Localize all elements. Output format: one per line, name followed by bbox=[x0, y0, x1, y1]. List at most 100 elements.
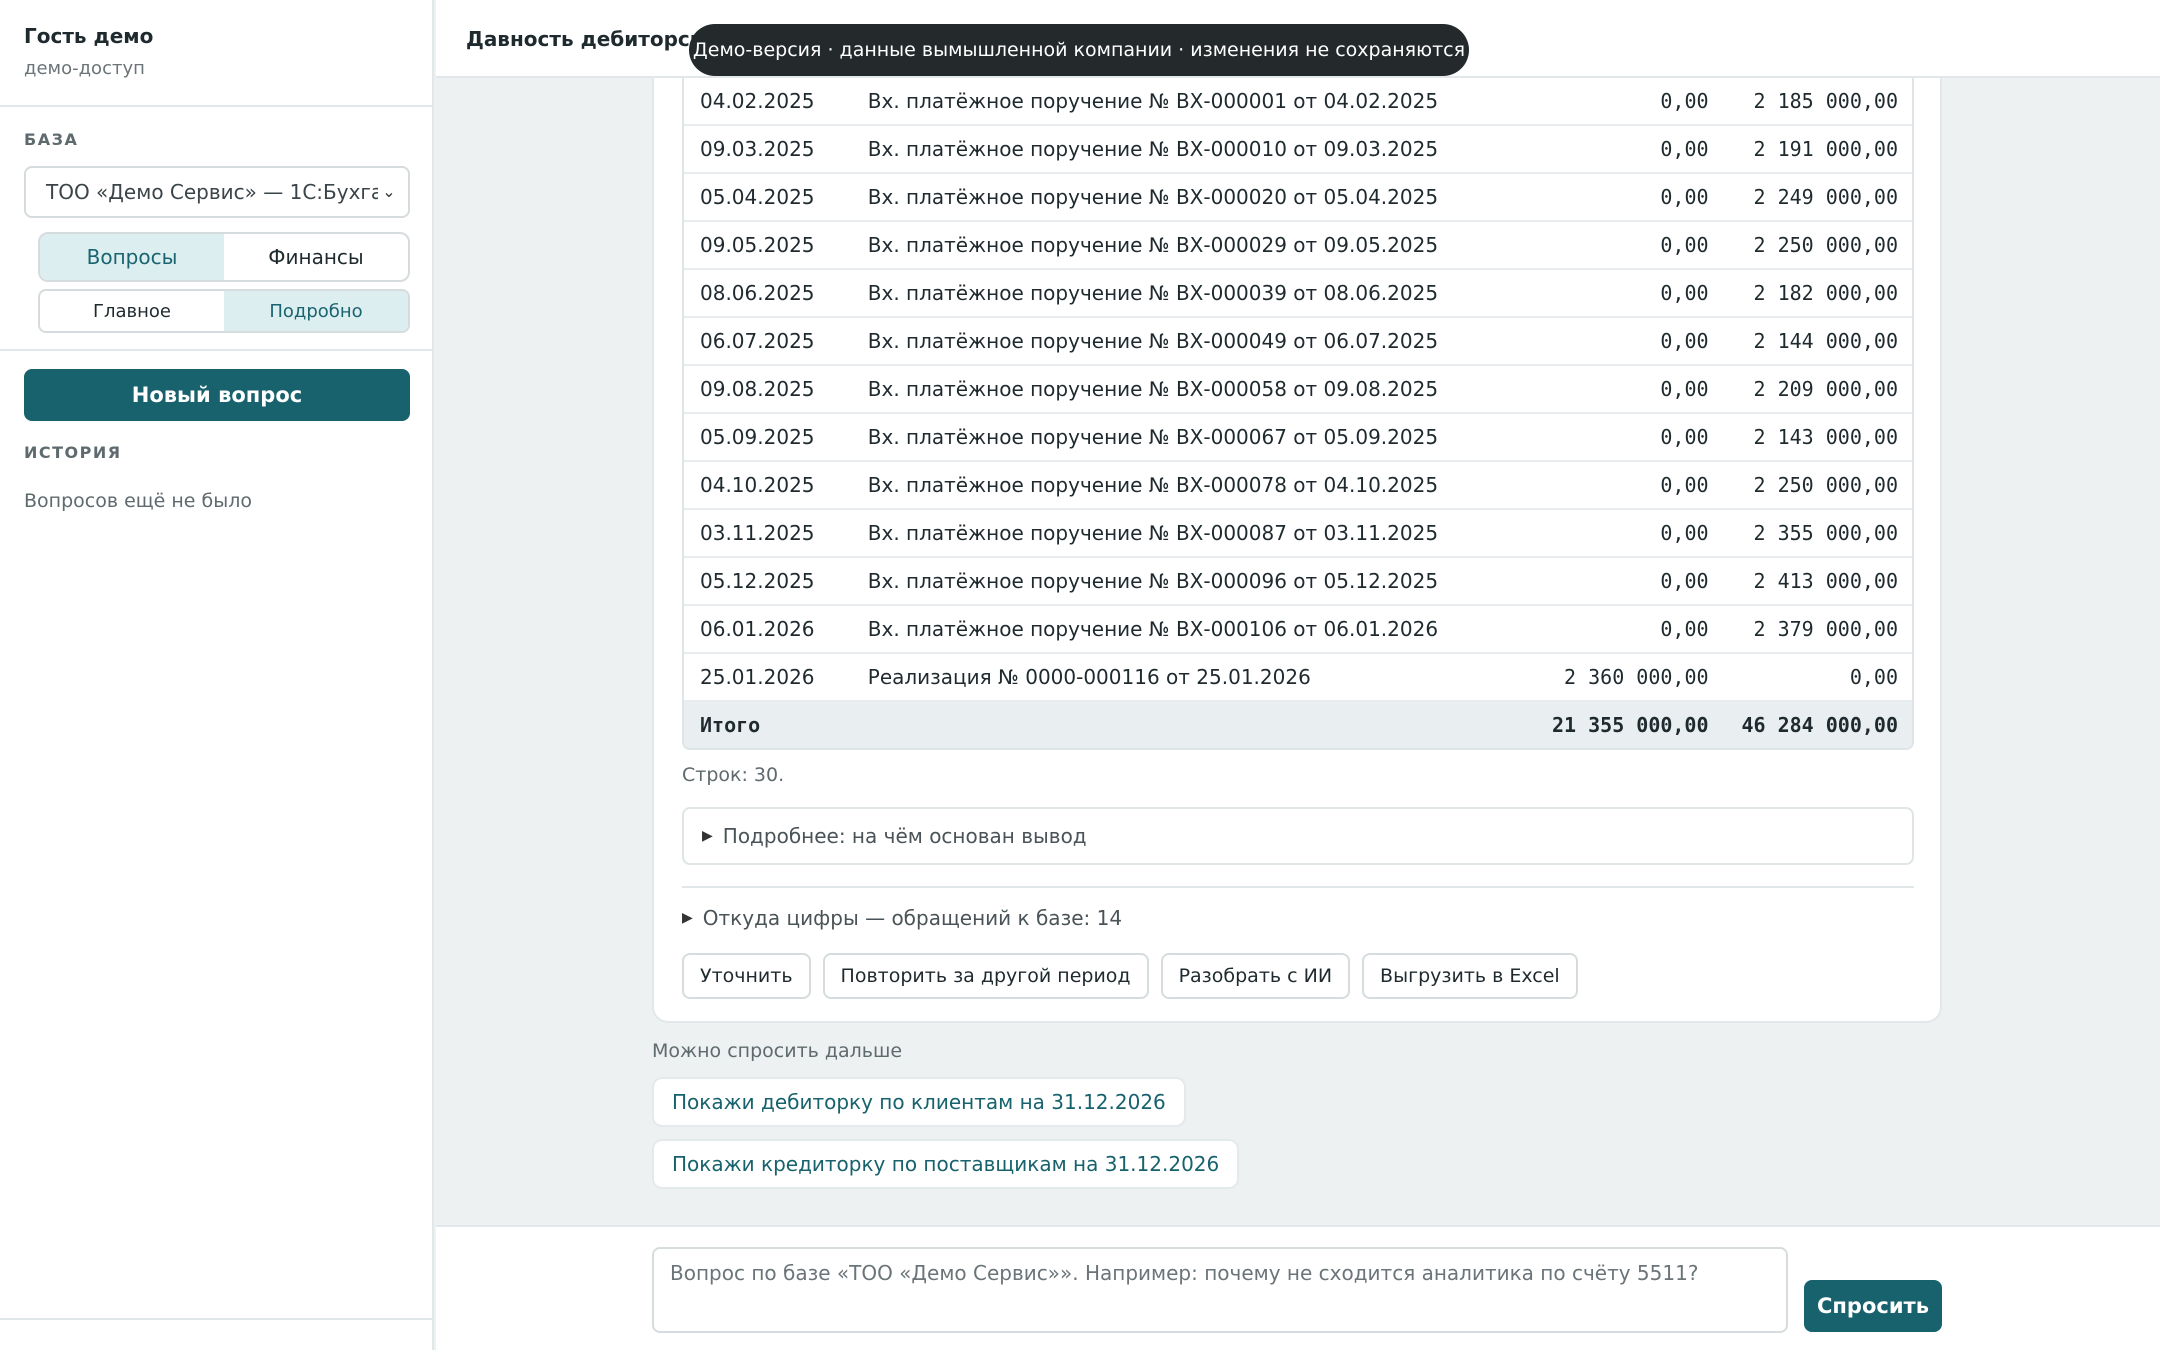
new-question-button[interactable]: Новый вопрос bbox=[24, 369, 410, 421]
user-name: Гость демо bbox=[24, 24, 154, 48]
row-debit: 0,00 bbox=[1660, 377, 1709, 401]
table-total-row: Итого 21 355 000,00 46 284 000,00 bbox=[684, 702, 1912, 748]
base-label: БАЗА bbox=[24, 130, 79, 149]
row-date: 03.11.2025 bbox=[700, 521, 815, 545]
row-debit: 0,00 bbox=[1660, 617, 1709, 641]
sidebar-bottom-divider bbox=[0, 1318, 434, 1320]
table-row: 04.10.2025 Вх. платёжное поручение № ВХ-0… bbox=[684, 462, 1912, 510]
answer-actions: Уточнить Повторить за другой период Разо… bbox=[682, 953, 1578, 999]
aging-table: 04.02.2025 Вх. платёжное поручение № ВХ-0… bbox=[682, 78, 1914, 750]
row-debit: 0,00 bbox=[1660, 137, 1709, 161]
table-row: 09.08.2025 Вх. платёжное поручение № ВХ-0… bbox=[684, 366, 1912, 414]
table-row: 06.07.2025 Вх. платёжное поручение № ВХ-0… bbox=[684, 318, 1912, 366]
history-label: ИСТОРИЯ bbox=[24, 443, 122, 462]
row-credit: 2 250 000,00 bbox=[1753, 233, 1899, 257]
row-document: Вх. платёжное поручение № ВХ-000010 от 0… bbox=[867, 137, 1439, 161]
row-date: 04.10.2025 bbox=[700, 473, 815, 497]
row-document: Вх. платёжное поручение № ВХ-000096 от 0… bbox=[867, 569, 1439, 593]
row-date: 05.12.2025 bbox=[700, 569, 815, 593]
row-debit: 2 360 000,00 bbox=[1564, 665, 1709, 689]
mode-switch: Вопросы Финансы bbox=[38, 232, 410, 282]
row-document: Вх. платёжное поручение № ВХ-000039 от 0… bbox=[867, 281, 1439, 305]
database-select-value: ТОО «Демо Сервис» — 1С:Бухга bbox=[46, 180, 384, 204]
sidebar: Гость демо демо-доступ БАЗА ТОО «Демо Се… bbox=[0, 0, 434, 1350]
row-document: Вх. платёжное поручение № ВХ-000067 от 0… bbox=[867, 425, 1439, 449]
row-date: 05.04.2025 bbox=[700, 185, 815, 209]
sidebar-divider bbox=[0, 349, 434, 351]
row-debit: 0,00 bbox=[1660, 89, 1709, 113]
row-credit: 2 209 000,00 bbox=[1753, 377, 1899, 401]
row-document: Вх. платёжное поручение № ВХ-000020 от 0… bbox=[867, 185, 1439, 209]
table-row: 05.04.2025 Вх. платёжное поручение № ВХ-0… bbox=[684, 174, 1912, 222]
tab-questions[interactable]: Вопросы bbox=[40, 234, 224, 280]
suggestion-payables[interactable]: Покажи кредиторку по поставщикам на 31.1… bbox=[652, 1139, 1240, 1189]
analyze-ai-button[interactable]: Разобрать с ИИ bbox=[1160, 953, 1351, 999]
row-document: Вх. платёжное поручение № ВХ-000058 от 0… bbox=[867, 377, 1439, 401]
row-credit: 2 144 000,00 bbox=[1753, 329, 1899, 353]
triangle-right-icon: ▶ bbox=[682, 910, 693, 926]
tab-detailed[interactable]: Подробно bbox=[224, 291, 408, 331]
user-role: демо-доступ bbox=[24, 58, 145, 79]
ask-button[interactable]: Спросить bbox=[1804, 1280, 1942, 1332]
card-divider bbox=[682, 886, 1914, 888]
demo-notice-toast: Демо-версия · данные вымышленной компани… bbox=[689, 24, 1469, 76]
row-credit: 0,00 bbox=[1849, 665, 1898, 689]
row-debit: 0,00 bbox=[1660, 233, 1709, 257]
row-credit: 2 250 000,00 bbox=[1753, 473, 1899, 497]
row-credit: 2 379 000,00 bbox=[1753, 617, 1899, 641]
row-debit: 0,00 bbox=[1660, 425, 1709, 449]
table-row: 06.01.2026 Вх. платёжное поручение № ВХ-0… bbox=[684, 606, 1912, 654]
row-credit: 2 185 000,00 bbox=[1753, 89, 1899, 113]
row-debit: 0,00 bbox=[1660, 473, 1709, 497]
database-select[interactable]: ТОО «Демо Сервис» — 1С:Бухга ⌄ bbox=[24, 166, 410, 218]
row-credit: 2 413 000,00 bbox=[1753, 569, 1899, 593]
history-empty-text: Вопросов ещё не было bbox=[24, 490, 253, 512]
total-label: Итого bbox=[700, 713, 761, 737]
row-document: Вх. платёжное поручение № ВХ-000087 от 0… bbox=[867, 521, 1439, 545]
repeat-period-button[interactable]: Повторить за другой период bbox=[822, 953, 1149, 999]
table-row: 04.02.2025 Вх. платёжное поручение № ВХ-0… bbox=[684, 78, 1912, 126]
tab-finance[interactable]: Финансы bbox=[224, 234, 408, 280]
total-debit: 21 355 000,00 bbox=[1551, 713, 1709, 737]
row-credit: 2 182 000,00 bbox=[1753, 281, 1899, 305]
details-label: Подробнее: на чём основан вывод bbox=[722, 824, 1087, 848]
row-debit: 0,00 bbox=[1660, 329, 1709, 353]
row-credit: 2 355 000,00 bbox=[1753, 521, 1899, 545]
tab-main[interactable]: Главное bbox=[40, 291, 224, 331]
question-composer: Вопрос по базе «ТОО «Демо Сервис»». Напр… bbox=[436, 1225, 2160, 1350]
details-expander[interactable]: ▶ Подробнее: на чём основан вывод bbox=[682, 807, 1914, 865]
sources-label: Откуда цифры — обращений к базе: 14 bbox=[702, 906, 1123, 930]
answer-card: 04.02.2025 Вх. платёжное поручение № ВХ-0… bbox=[652, 78, 1942, 1023]
row-credit: 2 191 000,00 bbox=[1753, 137, 1899, 161]
table-row: 09.03.2025 Вх. платёжное поручение № ВХ-0… bbox=[684, 126, 1912, 174]
row-date: 09.03.2025 bbox=[700, 137, 815, 161]
suggestion-receivables[interactable]: Покажи дебиторку по клиентам на 31.12.20… bbox=[652, 1077, 1186, 1127]
table-row: 05.12.2025 Вх. платёжное поручение № ВХ-0… bbox=[684, 558, 1912, 606]
question-input[interactable]: Вопрос по базе «ТОО «Демо Сервис»». Напр… bbox=[652, 1247, 1788, 1333]
row-credit: 2 249 000,00 bbox=[1753, 185, 1899, 209]
row-debit: 0,00 bbox=[1660, 281, 1709, 305]
triangle-right-icon: ▶ bbox=[702, 828, 713, 844]
sources-expander[interactable]: ▶ Откуда цифры — обращений к базе: 14 bbox=[682, 906, 1122, 930]
row-document: Вх. платёжное поручение № ВХ-000049 от 0… bbox=[867, 329, 1439, 353]
export-excel-button[interactable]: Выгрузить в Excel bbox=[1362, 953, 1578, 999]
row-count: Строк: 30. bbox=[682, 764, 785, 786]
row-credit: 2 143 000,00 bbox=[1753, 425, 1899, 449]
row-date: 06.07.2025 bbox=[700, 329, 815, 353]
row-document: Вх. платёжное поручение № ВХ-000106 от 0… bbox=[867, 617, 1439, 641]
total-credit: 46 284 000,00 bbox=[1741, 713, 1898, 737]
row-debit: 0,00 bbox=[1660, 569, 1709, 593]
refine-button[interactable]: Уточнить bbox=[682, 953, 811, 999]
table-row: 08.06.2025 Вх. платёжное поручение № ВХ-0… bbox=[684, 270, 1912, 318]
row-date: 06.01.2026 bbox=[700, 617, 815, 641]
row-document: Вх. платёжное поручение № ВХ-000029 от 0… bbox=[867, 233, 1439, 257]
row-date: 25.01.2026 bbox=[700, 665, 815, 689]
row-document: Вх. платёжное поручение № ВХ-000001 от 0… bbox=[867, 89, 1439, 113]
row-date: 05.09.2025 bbox=[700, 425, 815, 449]
table-row: 05.09.2025 Вх. платёжное поручение № ВХ-0… bbox=[684, 414, 1912, 462]
row-document: Вх. платёжное поручение № ВХ-000078 от 0… bbox=[867, 473, 1439, 497]
row-debit: 0,00 bbox=[1660, 185, 1709, 209]
row-date: 09.05.2025 bbox=[700, 233, 815, 257]
user-block: Гость демо демо-доступ bbox=[0, 0, 432, 107]
row-date: 09.08.2025 bbox=[700, 377, 815, 401]
